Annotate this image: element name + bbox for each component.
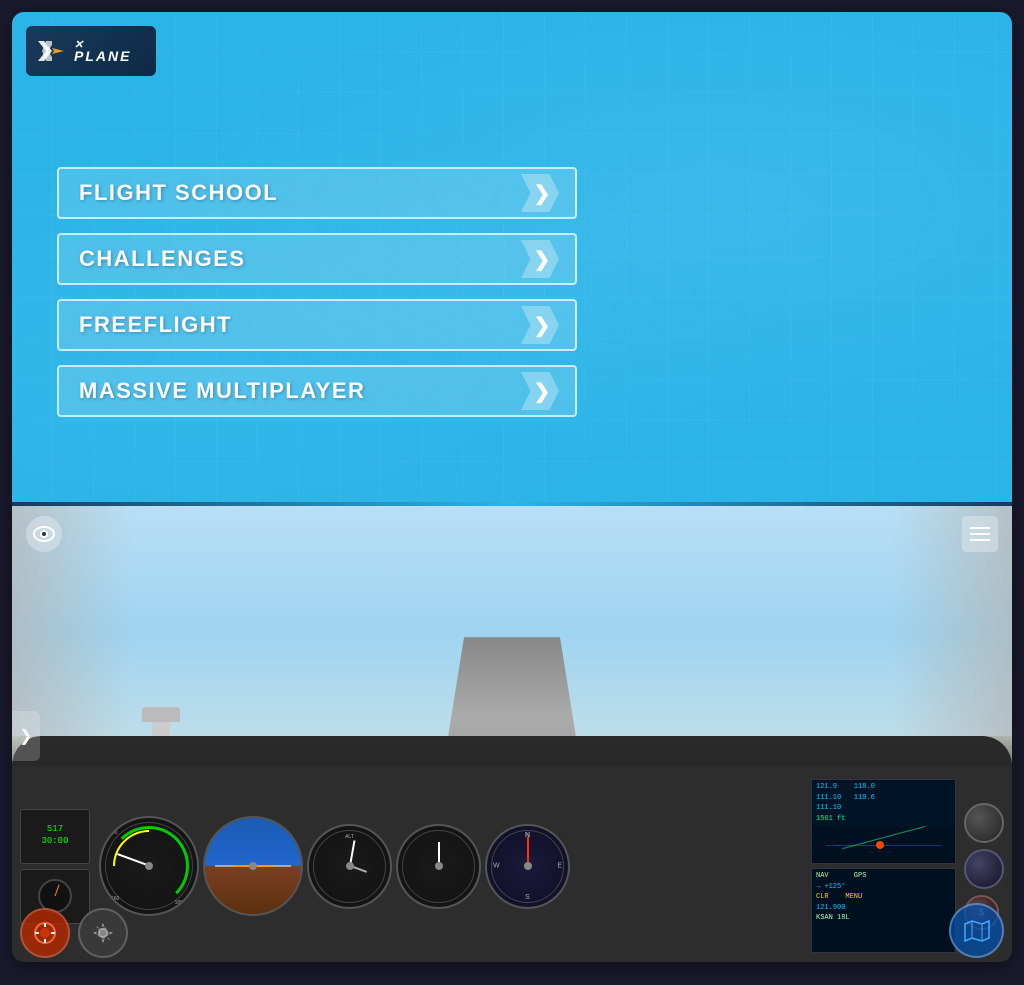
multiplayer-arrow: ❯: [521, 372, 559, 410]
arrow-chevron-icon: ❯: [534, 181, 551, 206]
gps-line-4: 1561 ft: [816, 814, 951, 825]
gps-display-top: 121.9 118.0 111.10 110.6 111.10 1561 ft: [811, 779, 956, 864]
nav-data-display: NAV GPS → +125° CLR MENU 121.900 KSAN 18…: [812, 869, 955, 952]
gps-map-display: [812, 826, 955, 863]
cockpit-overlay: 51730:00 200: [12, 736, 1012, 962]
gps-line-3: 111.10: [816, 803, 951, 814]
heading-e: E: [557, 863, 562, 870]
heading-w: W: [493, 863, 500, 870]
nav-line-2: → +125°: [816, 882, 951, 893]
expand-chevron-icon: ❯: [19, 726, 32, 746]
vertical-speed-indicator: [396, 824, 481, 909]
freeflight-arrow: ❯: [521, 306, 559, 344]
instrument-panel: 51730:00 200: [12, 766, 1012, 962]
logo-plane-label: PLANE: [74, 49, 131, 63]
vsi-center: [435, 862, 443, 870]
flight-school-arrow: ❯: [521, 174, 559, 212]
gps-freq-display: 121.9 118.0 111.10 110.6 111.10 1561 ft: [812, 780, 955, 826]
gps-line-2: 111.10 110.6: [816, 793, 951, 804]
attitude-indicator: [203, 816, 303, 916]
app-container: ✕ PLANE FLIGHT SCHOOL ❯ CHALLENGES ❯ FRE…: [12, 12, 1012, 962]
eye-view-button[interactable]: [26, 516, 62, 552]
freeflight-label: FREEFLIGHT: [79, 312, 232, 338]
bottom-right-button: [949, 903, 1004, 958]
engine-data-text: 51730:00: [41, 824, 68, 847]
nav-line-4: 121.900: [816, 903, 951, 914]
airspeed-indicator: 200 140 160 180: [99, 816, 199, 916]
flight-school-button[interactable]: FLIGHT SCHOOL ❯: [57, 167, 577, 219]
top-menu-panel: ✕ PLANE FLIGHT SCHOOL ❯ CHALLENGES ❯ FRE…: [12, 12, 1012, 502]
tower-top: [142, 707, 180, 722]
nav-line-5: KSAN 18L: [816, 913, 951, 924]
logo-icon: [36, 35, 68, 67]
sim-menu-button[interactable]: [962, 516, 998, 552]
freeflight-chevron-icon: ❯: [534, 313, 551, 338]
engine-gauge-display: 51730:00: [20, 809, 90, 864]
fuel-needle: [55, 885, 60, 897]
autopilot-button[interactable]: [20, 908, 70, 958]
airspeed-center: [145, 862, 153, 870]
gps-display-bottom: NAV GPS → +125° CLR MENU 121.900 KSAN 18…: [811, 868, 956, 953]
knob-1[interactable]: [964, 803, 1004, 843]
gps-line-1: 121.9 118.0: [816, 782, 951, 793]
altimeter-label-top: ALT: [345, 834, 354, 840]
airspeed-label3: 160: [111, 896, 119, 902]
right-displays: 121.9 118.0 111.10 110.6 111.10 1561 ft: [811, 779, 956, 953]
freeflight-button[interactable]: FREEFLIGHT ❯: [57, 299, 577, 351]
attitude-sky: [205, 818, 301, 866]
autopilot-icon: [32, 920, 58, 946]
simulator-panel: ❯ 51730:00: [12, 506, 1012, 962]
nav-line-1: NAV GPS: [816, 871, 951, 882]
left-data-cluster: 51730:00: [20, 809, 90, 924]
expand-panel-tab[interactable]: ❯: [12, 711, 40, 761]
settings-button[interactable]: [78, 908, 128, 958]
airspeed-label2: 140: [109, 830, 117, 836]
main-menu: FLIGHT SCHOOL ❯ CHALLENGES ❯ FREEFLIGHT …: [57, 167, 577, 417]
flight-school-label: FLIGHT SCHOOL: [79, 180, 278, 206]
attitude-ground: [205, 866, 301, 914]
map-icon: [962, 916, 992, 946]
heading-center: [524, 862, 532, 870]
airspeed-label: 200: [181, 824, 191, 830]
settings-icon: [90, 920, 116, 946]
map-position-dot: [876, 841, 884, 849]
hamburger-line-2: [970, 533, 990, 535]
knob-2[interactable]: [964, 849, 1004, 889]
challenges-chevron-icon: ❯: [534, 247, 551, 272]
nav-line-3: CLR MENU: [816, 892, 951, 903]
eye-icon: [33, 526, 55, 542]
altimeter-center: [346, 862, 354, 870]
challenges-arrow: ❯: [521, 240, 559, 278]
bottom-left-buttons: [20, 908, 128, 958]
app-logo: ✕ PLANE: [26, 26, 156, 76]
airspeed-label4: 180: [175, 900, 183, 906]
hamburger-line-3: [970, 539, 990, 541]
heading-s: S: [525, 894, 530, 901]
hamburger-line-1: [970, 527, 990, 529]
multiplayer-chevron-icon: ❯: [534, 379, 551, 404]
heading-indicator: N S W E: [485, 824, 570, 909]
attitude-center: [249, 862, 257, 870]
multiplayer-label: MASSIVE MULTIPLAYER: [79, 378, 365, 404]
challenges-button[interactable]: CHALLENGES ❯: [57, 233, 577, 285]
challenges-label: CHALLENGES: [79, 246, 246, 272]
main-instruments-row: 200 140 160 180: [99, 816, 804, 916]
multiplayer-button[interactable]: MASSIVE MULTIPLAYER ❯: [57, 365, 577, 417]
altimeter: ALT: [307, 824, 392, 909]
map-button[interactable]: [949, 903, 1004, 958]
